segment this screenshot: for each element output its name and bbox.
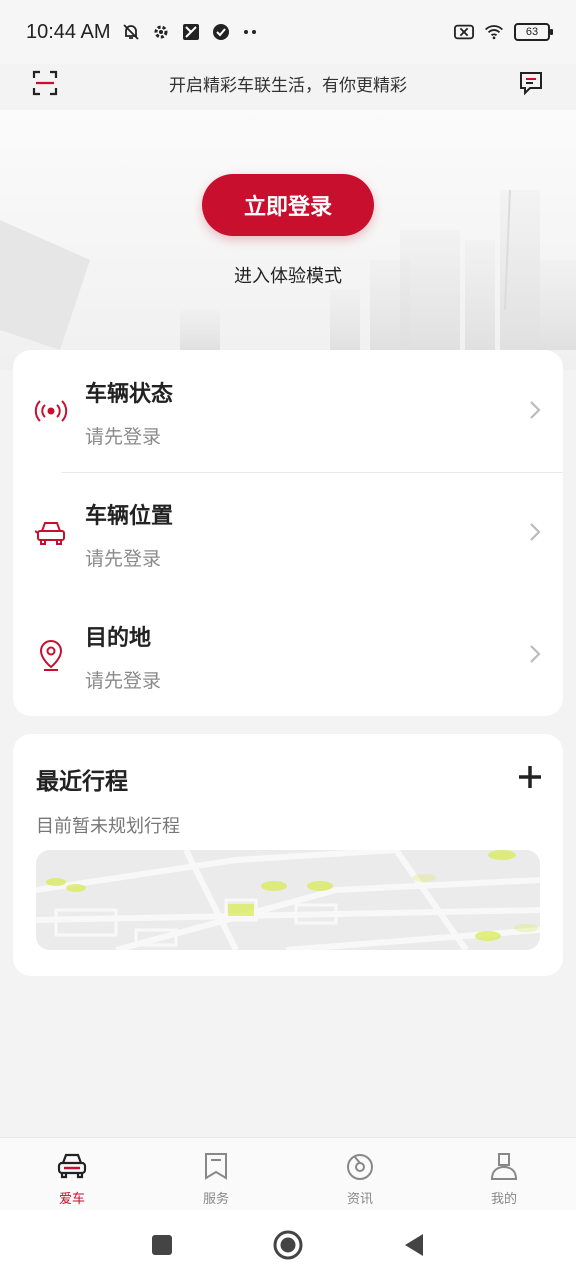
tab-news[interactable]: 资讯 [288, 1138, 432, 1210]
row-subtitle: 请先登录 [85, 426, 162, 448]
battery-icon: 63 [514, 23, 553, 41]
row-title: 车辆状态 [85, 382, 174, 407]
system-nav-bar [0, 1210, 576, 1280]
check-icon [211, 22, 231, 42]
trial-mode-link[interactable]: 进入体验模式 [0, 262, 576, 288]
row-title: 目的地 [85, 626, 152, 651]
trip-subtitle: 目前暂未规划行程 [36, 816, 180, 837]
app-icon [181, 22, 201, 42]
header-slogan: 开启精彩车联生活，有你更精彩 [169, 75, 407, 96]
message-icon[interactable] [516, 68, 546, 98]
tab-mine[interactable]: 我的 [432, 1138, 576, 1210]
status-time: 10:44 AM [26, 20, 111, 43]
more-icon [241, 22, 261, 42]
map-placeholder [36, 850, 540, 950]
wifi-icon [484, 22, 504, 42]
chevron-right-icon [527, 642, 543, 666]
login-button[interactable]: 立即登录 [202, 174, 374, 236]
top-header: 开启精彩车联生活，有你更精彩 [0, 58, 576, 108]
signal-icon [33, 393, 69, 429]
status-bar: 10:44 AM 63 [0, 0, 576, 64]
recent-trips-card: 最近行程 目前暂未规划行程 [13, 734, 563, 976]
row-subtitle: 请先登录 [85, 548, 162, 570]
trip-title: 最近行程 [36, 769, 128, 795]
scan-icon[interactable] [30, 68, 60, 98]
sim-off-icon [454, 22, 474, 42]
tab-car[interactable]: 爱车 [0, 1138, 144, 1210]
tab-label: 资讯 [346, 1192, 373, 1207]
vehicle-status-row[interactable]: 车辆状态 请先登录 [13, 350, 563, 472]
settings-icon [151, 22, 171, 42]
chevron-right-icon [527, 398, 543, 422]
plus-icon[interactable] [517, 764, 543, 790]
row-subtitle: 请先登录 [85, 670, 162, 692]
user-icon [488, 1150, 520, 1182]
tab-service[interactable]: 服务 [144, 1138, 288, 1210]
bottom-tab-bar: 爱车 服务 资讯 我的 [0, 1137, 576, 1210]
bookmark-icon [200, 1150, 232, 1182]
chevron-right-icon [527, 520, 543, 544]
car-icon [33, 515, 69, 551]
hero-background [0, 110, 576, 370]
location-pin-icon [33, 637, 69, 673]
tab-label: 爱车 [58, 1192, 85, 1207]
vehicle-card: 车辆状态 请先登录 车辆位置 请先登录 目的地 请先登录 [13, 350, 563, 716]
vehicle-location-row[interactable]: 车辆位置 请先登录 [13, 472, 563, 594]
car-front-icon [56, 1150, 88, 1182]
tab-label: 我的 [490, 1192, 517, 1207]
disc-icon [344, 1150, 376, 1182]
row-title: 车辆位置 [85, 504, 174, 529]
recents-button[interactable] [147, 1230, 177, 1260]
destination-row[interactable]: 目的地 请先登录 [13, 594, 563, 716]
home-button[interactable] [273, 1230, 303, 1260]
back-button[interactable] [399, 1230, 429, 1260]
mute-icon [121, 22, 141, 42]
tab-label: 服务 [202, 1192, 229, 1207]
